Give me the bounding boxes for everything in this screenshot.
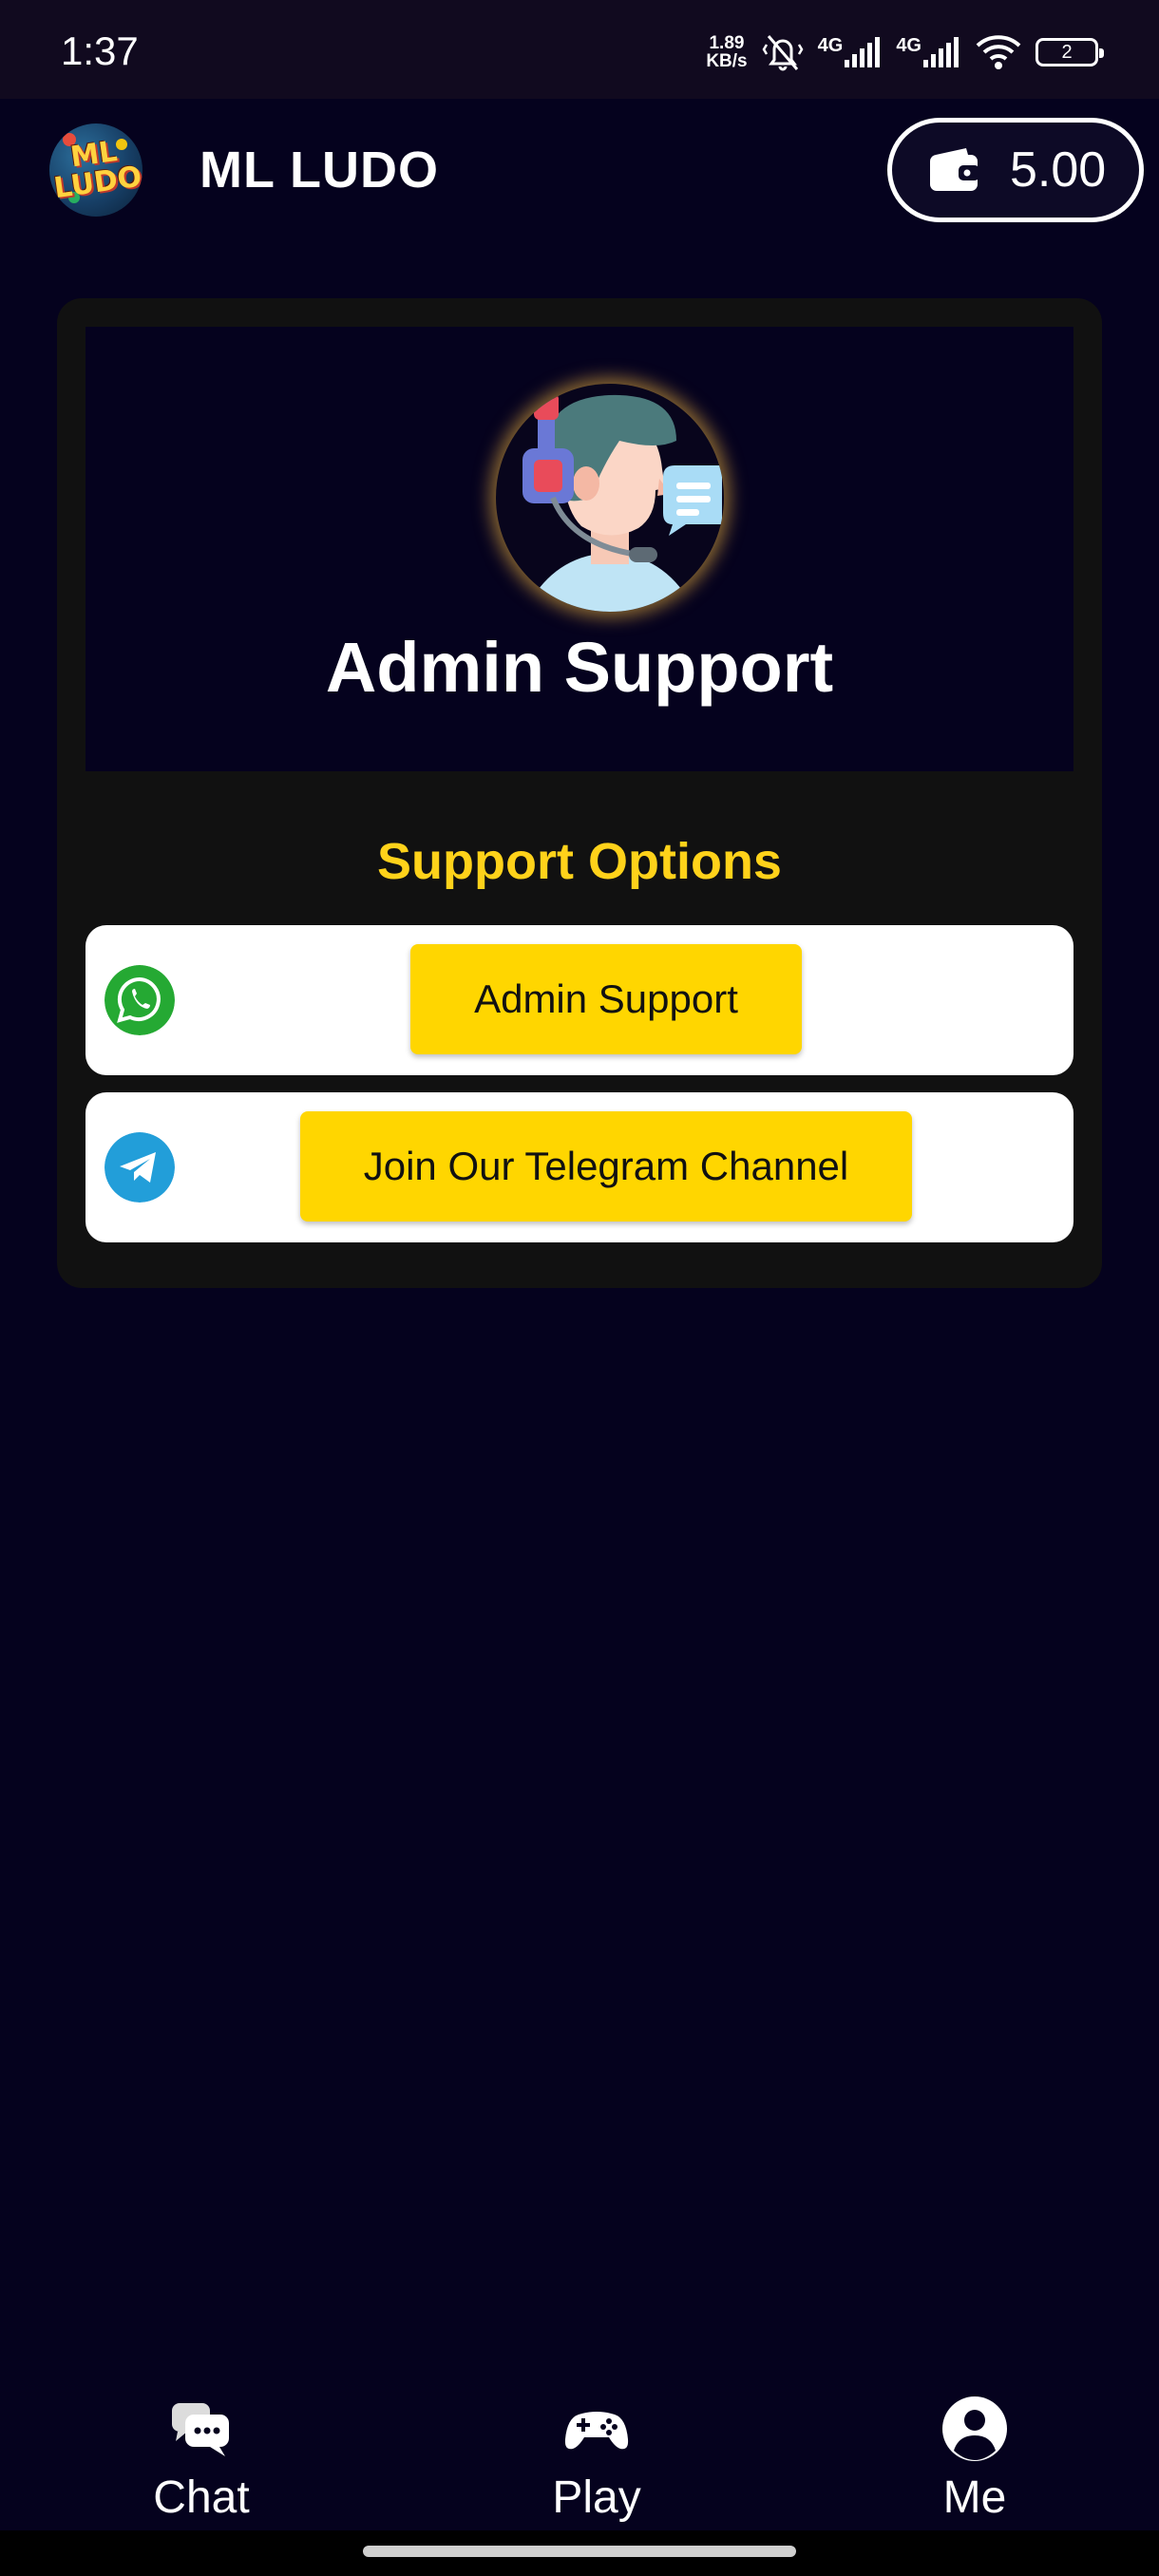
hero-panel: Admin Support (86, 327, 1074, 771)
hero-title: Admin Support (325, 628, 834, 707)
support-option-telegram: Join Our Telegram Channel (86, 1092, 1074, 1242)
signal-bars-icon (845, 37, 881, 67)
signal-sim1: 4G (818, 35, 884, 69)
admin-support-button[interactable]: Admin Support (410, 944, 802, 1054)
wifi-icon (976, 35, 1021, 69)
status-time: 1:37 (61, 28, 139, 73)
battery-level: 2 (1061, 41, 1073, 63)
bottom-navigation: Chat Play Me (0, 2394, 1159, 2536)
wallet-balance: 5.00 (1010, 142, 1107, 198)
support-options-title: Support Options (377, 833, 782, 890)
wallet-icon (930, 148, 979, 191)
telegram-icon[interactable] (104, 1132, 175, 1203)
app-logo[interactable]: ML LUDO (49, 123, 142, 217)
join-telegram-button[interactable]: Join Our Telegram Channel (300, 1111, 912, 1222)
status-bar: 1:37 1.89 KB/s 4G 4G 2 (0, 0, 1159, 99)
support-option-whatsapp: Admin Support (86, 925, 1074, 1075)
profile-icon (942, 2396, 1007, 2461)
battery-indicator: 2 (1036, 38, 1104, 66)
network-speed-value: 1.89 (709, 33, 745, 53)
chat-icon (172, 2403, 229, 2456)
sim1-network-label: 4G (817, 35, 844, 56)
network-speed-unit: KB/s (706, 51, 748, 71)
home-gesture-bar[interactable] (363, 2546, 796, 2557)
logo-wordmark: ML LUDO (49, 134, 142, 205)
wallet-balance-button[interactable]: 5.00 (887, 118, 1144, 222)
network-speed: 1.89 KB/s (706, 34, 747, 70)
nav-label-me: Me (942, 2472, 1007, 2523)
signal-bars-icon (923, 37, 959, 67)
vibrate-mute-icon (762, 35, 804, 71)
nav-item-me[interactable]: Me (851, 2394, 1098, 2524)
support-card: Admin Support Support Options Admin Supp… (57, 298, 1102, 1288)
nav-item-chat[interactable]: Chat (78, 2394, 325, 2524)
signal-sim2: 4G (896, 35, 961, 69)
gamepad-icon (564, 2412, 629, 2450)
support-agent-illustration (522, 393, 722, 612)
status-icons: 1.89 KB/s 4G 4G 2 (706, 28, 1104, 76)
support-agent-avatar (496, 384, 724, 612)
nav-label-chat: Chat (153, 2472, 250, 2523)
whatsapp-icon[interactable] (104, 965, 175, 1035)
app-title: ML LUDO (200, 142, 439, 199)
nav-item-play[interactable]: Play (473, 2394, 720, 2524)
nav-label-play: Play (552, 2472, 641, 2523)
sim2-network-label: 4G (896, 35, 922, 56)
